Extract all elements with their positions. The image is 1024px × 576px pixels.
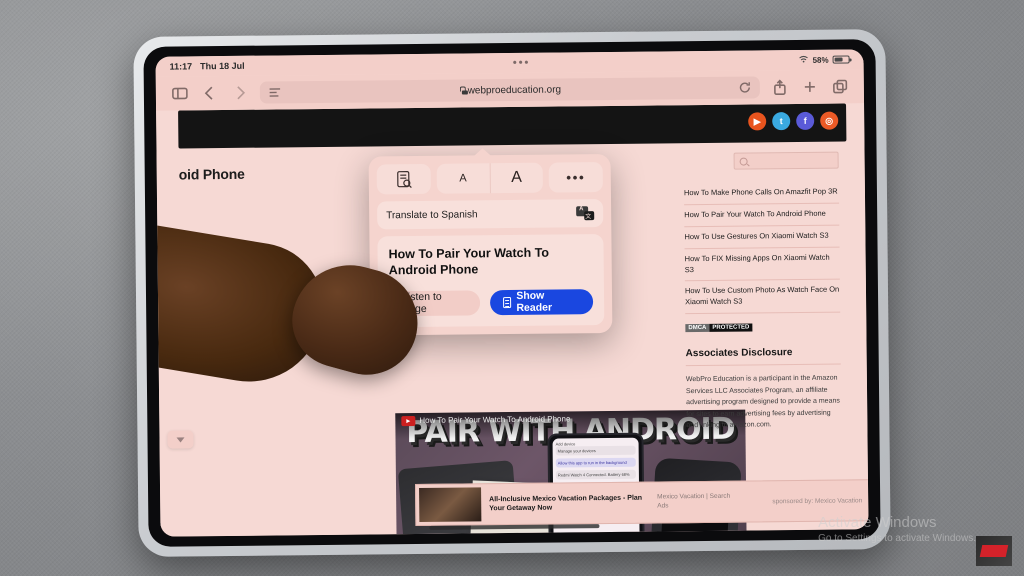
dmca-label: DMCA [685, 324, 710, 333]
reader-doc-icon [502, 296, 512, 308]
twitter-icon[interactable]: t [772, 112, 791, 131]
page-sidebar: How To Make Phone Calls On Amazfit Pop 3… [683, 181, 842, 432]
video-phone-row-3: Redmi Watch 4 Connected. Battery 68% [555, 469, 636, 480]
ad-source: Mexico Vacation | Search Ads [657, 492, 731, 510]
font-larger-button[interactable]: A [490, 163, 543, 194]
sidebar-link-0[interactable]: How To Make Phone Calls On Amazfit Pop 3… [683, 181, 840, 206]
font-smaller-button[interactable]: A [436, 163, 491, 194]
battery-percent-label: 58% [812, 55, 829, 65]
search-icon [739, 157, 748, 166]
social-icon-row: ▶ t f ◎ [748, 111, 839, 131]
battery-icon [832, 55, 850, 64]
sidebar-link-3[interactable]: How To FIX Missing Apps On Xiaomi Watch … [684, 247, 840, 282]
scroll-down-button[interactable] [167, 430, 194, 449]
ad-sponsor: sponsored by: Mexico Vacation [772, 496, 863, 505]
new-tab-button[interactable] [800, 77, 820, 97]
corner-brand-logo [976, 536, 1012, 566]
share-button[interactable] [770, 77, 790, 97]
reader-view-icon[interactable] [376, 163, 431, 195]
tablet-bezel: 11:17 Thu 18 Jul ••• 58% webproeducation… [143, 39, 881, 547]
sidebar-link-4[interactable]: How To Use Custom Photo As Watch Face On… [684, 279, 841, 315]
associates-disclosure-body: WebPro Education is a participant in the… [685, 374, 840, 430]
reader-card-title: How To Pair Your Watch To Android Phone [388, 245, 550, 278]
translate-label: Translate to Spanish [386, 208, 478, 221]
ad-banner[interactable]: All-Inclusive Mexico Vacation Packages -… [414, 478, 869, 527]
font-size-control: A A [436, 162, 543, 194]
youtube-icon[interactable]: ▶ [748, 112, 767, 131]
status-time: 11:17 [169, 61, 193, 72]
url-text-wrap: webproeducation.org [288, 82, 732, 98]
status-center-dots: ••• [512, 56, 531, 69]
sidebar-link-1[interactable]: How To Pair Your Watch To Android Phone [684, 203, 840, 227]
red-key-icon [979, 545, 1009, 557]
show-reader-button[interactable]: Show Reader [489, 288, 594, 315]
popup-top-row: A A ••• [376, 162, 603, 195]
reader-card-buttons: Listen to Page Show Reader [388, 288, 594, 316]
forward-button[interactable] [230, 83, 250, 103]
video-phone-row-1: Manage your devices [555, 445, 636, 456]
lock-icon [459, 86, 465, 94]
sidebar-link-2[interactable]: How To Use Gestures On Xiaomi Watch S3 [684, 225, 840, 249]
address-bar[interactable]: webproeducation.org [259, 76, 760, 104]
listen-to-page-button[interactable]: Listen to Page [388, 289, 480, 316]
reload-button[interactable] [738, 80, 752, 94]
instagram-icon[interactable]: ◎ [820, 111, 839, 130]
facebook-icon[interactable]: f [796, 111, 815, 131]
dmca-badge[interactable]: DMCA PROTECTED [685, 323, 753, 333]
tablet-device: 11:17 Thu 18 Jul ••• 58% webproeducation… [133, 29, 891, 557]
url-text: webproeducation.org [467, 83, 562, 96]
video-phone-row-2: Allow this app to run in the background [555, 457, 636, 468]
site-header-bar [178, 103, 847, 149]
wifi-icon [799, 55, 809, 65]
back-button[interactable] [200, 83, 220, 103]
dmca-protected-label: PROTECTED [709, 323, 753, 333]
associates-disclosure-title: Associates Disclosure [685, 347, 793, 360]
translate-menu-item[interactable]: Translate to Spanish [377, 199, 604, 230]
more-options-button[interactable]: ••• [548, 162, 603, 193]
ad-image [419, 487, 482, 522]
tabs-button[interactable] [830, 76, 850, 96]
page-settings-icon[interactable] [268, 85, 282, 99]
show-reader-label: Show Reader [516, 289, 553, 314]
site-search-input[interactable] [733, 151, 839, 170]
video-overlay-title: How To Pair Your Watch To Android Phone [419, 414, 571, 425]
tablet-screen: 11:17 Thu 18 Jul ••• 58% webproeducation… [155, 49, 869, 537]
divider [685, 363, 841, 367]
page-settings-popup: A A ••• Translate to Spanish How To Pair… [368, 153, 613, 335]
status-date: Thu 18 Jul [200, 60, 245, 72]
sidebar-icon[interactable] [170, 83, 190, 103]
translate-icon [576, 206, 595, 221]
ad-title[interactable]: All-Inclusive Mexico Vacation Packages -… [489, 493, 649, 514]
reader-card: How To Pair Your Watch To Android Phone … [377, 234, 605, 327]
youtube-badge-icon [401, 416, 416, 427]
